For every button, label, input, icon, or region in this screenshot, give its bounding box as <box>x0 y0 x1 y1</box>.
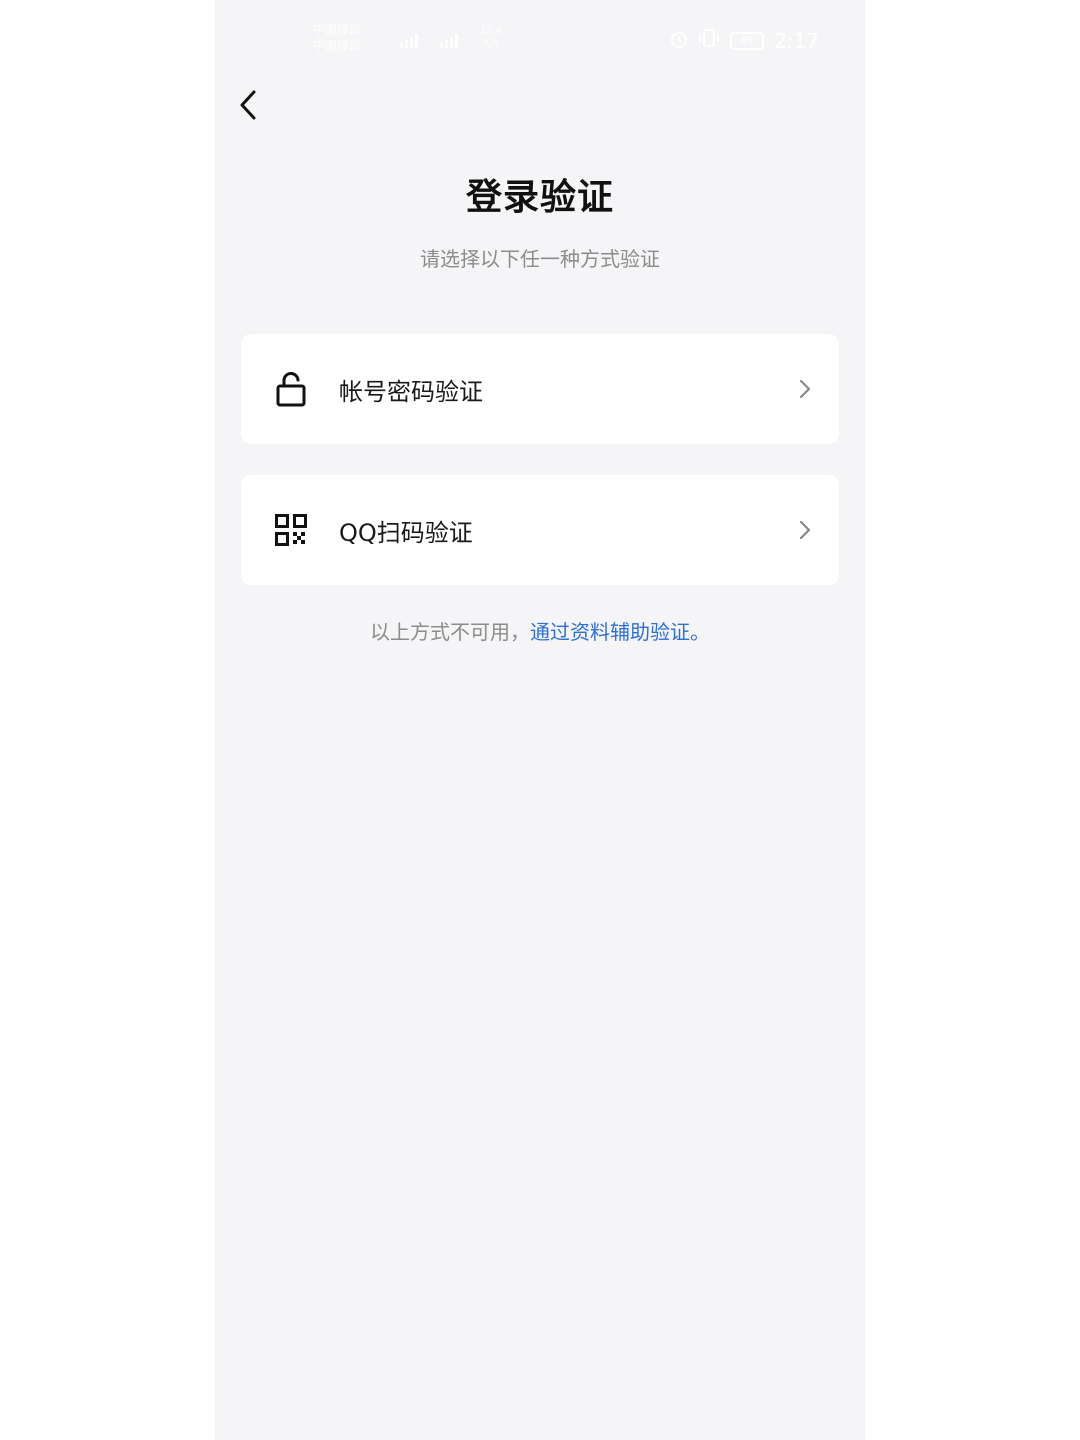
option-label: QQ扫码验证 <box>339 518 473 547</box>
chevron-right-icon <box>795 518 815 542</box>
status-icons: 69 2:17 <box>670 28 819 53</box>
carrier-info: 中国移动 中国移动 <box>313 22 361 54</box>
footer-note-text: 以上方式不可用， <box>370 620 530 644</box>
assisted-verify-link[interactable]: 通过资料辅助验证。 <box>530 620 710 644</box>
page-subtitle: 请选择以下任一种方式验证 <box>420 247 660 271</box>
signal-strength-icon-2 <box>440 30 458 48</box>
lock-icon <box>273 371 309 407</box>
chevron-right-icon <box>795 377 815 401</box>
qq-scan-verify-option[interactable]: QQ扫码验证 <box>241 475 839 585</box>
password-verify-option[interactable]: 帐号密码验证 <box>241 334 839 444</box>
page-title: 登录验证 <box>465 177 614 218</box>
phone-screen: 中国移动 中国移动 12.6 K/s 69 2:17 登录验证 请选择以下任一种… <box>215 0 865 1440</box>
status-time: 2:17 <box>774 28 819 53</box>
vibrate-icon <box>698 28 720 53</box>
carrier-name-2: 中国移动 <box>313 39 362 53</box>
back-button[interactable] <box>223 80 273 130</box>
chevron-left-icon <box>240 90 256 120</box>
option-label: 帐号密码验证 <box>339 377 483 406</box>
alarm-icon <box>670 29 688 53</box>
network-speed: 12.6 K/s <box>480 26 503 49</box>
signal-strength-icon <box>400 30 418 48</box>
status-bar: 中国移动 中国移动 12.6 K/s 69 2:17 <box>215 0 865 80</box>
alternative-verify-note: 以上方式不可用，通过资料辅助验证。 <box>215 616 865 645</box>
carrier-name-1: 中国移动 <box>313 23 362 37</box>
qr-code-icon <box>273 512 309 548</box>
battery-icon: 69 <box>730 31 765 50</box>
